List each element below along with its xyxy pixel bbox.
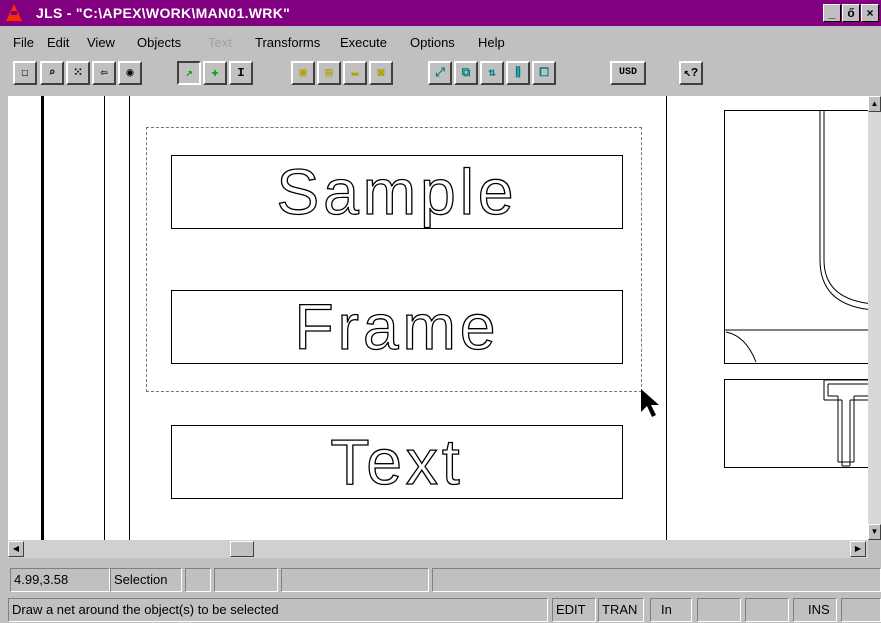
mouse-pointer-icon	[641, 389, 659, 417]
status-bar-bottom: Draw a net around the object(s) to be se…	[0, 598, 881, 622]
add-icon[interactable]: ✚	[203, 61, 227, 85]
help-pointer-icon[interactable]: ↖?	[679, 61, 703, 85]
margin-line	[104, 96, 105, 540]
status-cell	[841, 598, 881, 622]
outline-text-frame: Frame	[294, 291, 500, 363]
flip-icon[interactable]: ⇅	[480, 61, 504, 85]
status-cell	[281, 568, 429, 592]
frame-j-icon[interactable]: ▣	[291, 61, 315, 85]
mode-indicator: Selection	[110, 568, 182, 592]
units-indicator: In	[650, 598, 692, 622]
text-frame-sample[interactable]: Sample	[171, 155, 623, 229]
menu-help[interactable]: Help	[478, 35, 505, 50]
edit-indicator: EDIT	[552, 598, 596, 622]
ins-indicator: INS	[793, 598, 837, 622]
app-logo-icon[interactable]	[6, 4, 22, 21]
scroll-down-icon[interactable]: ▼	[868, 524, 881, 540]
status-bar-top: 4.99,3.58 Selection	[0, 564, 881, 594]
move-icon[interactable]: ⤢	[428, 61, 452, 85]
align-icon[interactable]: ⫼	[506, 61, 530, 85]
text-frame-frame[interactable]: Frame	[171, 290, 623, 364]
usd-button[interactable]: USD	[610, 61, 646, 85]
status-cell	[185, 568, 211, 592]
resize-icon[interactable]: ⧉	[454, 61, 478, 85]
status-hint: Draw a net around the object(s) to be se…	[8, 598, 548, 622]
title-bar: JLS - "C:\APEX\WORK\MAN01.WRK" _ ő ×	[0, 0, 881, 26]
zoom-icon[interactable]: ⌕	[40, 61, 64, 85]
menu-bar: File Edit View Objects Text Transforms E…	[0, 27, 881, 57]
line-icon[interactable]: ▬	[343, 61, 367, 85]
menu-transforms[interactable]: Transforms	[255, 35, 320, 50]
status-cell	[432, 568, 881, 592]
coordinates-readout: 4.99,3.58	[10, 568, 110, 592]
minimize-button[interactable]: _	[823, 4, 841, 22]
new-icon[interactable]: ☐	[13, 61, 37, 85]
menu-options[interactable]: Options	[410, 35, 455, 50]
scroll-right-icon[interactable]: ▶	[850, 541, 866, 557]
text-cursor-icon[interactable]: I	[229, 61, 253, 85]
outline-text-sample: Sample	[276, 156, 518, 228]
tran-indicator: TRAN	[598, 598, 644, 622]
toolbar: ☐ ⌕ ⁙ ⇦ ◉ ↗ ✚ I ▣ ▤ ▬ ◙ ⤢ ⧉ ⇅ ⫼ ⧠ USD ↖?	[0, 60, 881, 94]
text-frame-text[interactable]: Text	[171, 425, 623, 499]
menu-view[interactable]: View	[87, 35, 115, 50]
menu-file[interactable]: File	[13, 35, 34, 50]
frame-list-icon[interactable]: ▤	[317, 61, 341, 85]
window-title: JLS - "C:\APEX\WORK\MAN01.WRK"	[36, 5, 291, 21]
page-edge-line	[666, 96, 667, 540]
object-icon[interactable]: ◙	[369, 61, 393, 85]
view-icon[interactable]: ◉	[118, 61, 142, 85]
menu-text[interactable]: Text	[208, 35, 232, 50]
scroll-up-icon[interactable]: ▲	[868, 96, 881, 112]
status-cell	[214, 568, 278, 592]
menu-execute[interactable]: Execute	[340, 35, 387, 50]
horizontal-scrollbar[interactable]: ◀ ▶	[8, 540, 868, 558]
grid-icon[interactable]: ⁙	[66, 61, 90, 85]
vertical-scrollbar[interactable]: ▲ ▼	[868, 96, 881, 540]
outline-text-text: Text	[330, 426, 464, 498]
adjacent-page-graphic	[724, 110, 868, 468]
drawing-canvas[interactable]: Sample Frame Text	[8, 96, 868, 540]
status-cell	[745, 598, 789, 622]
restore-button[interactable]: ő	[842, 4, 860, 22]
scroll-left-icon[interactable]: ◀	[8, 541, 24, 557]
select-arrow-icon[interactable]: ↗	[177, 61, 201, 85]
scroll-thumb[interactable]	[230, 541, 254, 557]
back-icon[interactable]: ⇦	[92, 61, 116, 85]
link-icon[interactable]: ⧠	[532, 61, 556, 85]
close-button[interactable]: ×	[861, 4, 879, 22]
menu-objects[interactable]: Objects	[137, 35, 181, 50]
margin-line	[41, 96, 44, 540]
menu-edit[interactable]: Edit	[47, 35, 69, 50]
margin-line	[129, 96, 130, 540]
status-cell	[697, 598, 741, 622]
